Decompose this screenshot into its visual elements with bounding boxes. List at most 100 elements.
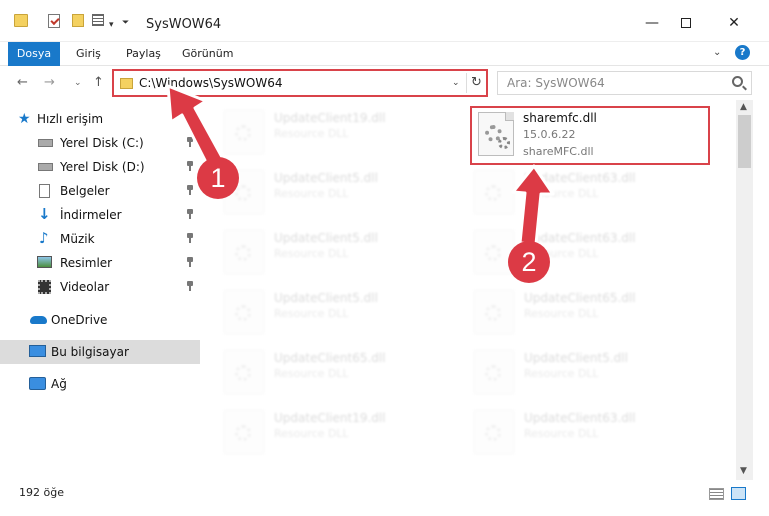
- details-view-icon[interactable]: [709, 488, 724, 500]
- pin-icon[interactable]: [186, 185, 194, 195]
- sidebar-item-quick-access[interactable]: ★ Hızlı erişim: [0, 107, 200, 131]
- computer-icon: [29, 345, 46, 357]
- gear-icon: [498, 137, 510, 149]
- file-item[interactable]: UpdateClient5.dll Resource DLL: [200, 220, 440, 278]
- up-arrow-icon[interactable]: ↑: [93, 75, 104, 90]
- dll-file-icon: [224, 230, 264, 274]
- recent-locations-icon[interactable]: ⌄: [74, 78, 82, 88]
- pin-icon[interactable]: [186, 209, 194, 219]
- file-item[interactable]: UpdateClient63.dll Resource DLL: [450, 220, 690, 278]
- address-row: ← → ⌄ ↑ C:\Windows\SysWOW64 ⌄ ↻ Ara: Sys…: [0, 66, 769, 100]
- sidebar-item-this-pc[interactable]: Bu bilgisayar: [0, 340, 200, 364]
- step-2-badge: 2: [508, 241, 550, 283]
- address-path[interactable]: C:\Windows\SysWOW64: [139, 76, 283, 90]
- sidebar-item-music[interactable]: ♪ Müzik: [0, 227, 200, 251]
- star-icon: ★: [18, 111, 31, 127]
- gear-icon: [485, 305, 501, 321]
- gear-icon: [235, 305, 251, 321]
- gear-icon: [235, 245, 251, 261]
- file-item[interactable]: UpdateClient65.dll Resource DLL: [200, 340, 440, 398]
- file-type: Resource DLL: [274, 427, 349, 440]
- search-box[interactable]: Ara: SysWOW64: [497, 71, 752, 95]
- item-count: 192 öğe: [19, 486, 64, 499]
- new-folder-icon[interactable]: [72, 14, 84, 27]
- pin-icon[interactable]: [186, 137, 194, 147]
- scroll-thumb[interactable]: [738, 115, 751, 168]
- close-button[interactable]: ✕: [711, 10, 757, 36]
- file-name: UpdateClient65.dll: [524, 291, 636, 305]
- title-bar: ▾ ⏷ SysWOW64 — ✕: [0, 0, 769, 42]
- pin-icon[interactable]: [186, 281, 194, 291]
- file-name: UpdateClient65.dll: [274, 351, 386, 365]
- refresh-icon[interactable]: ↻: [466, 73, 486, 93]
- page-fold-icon: [505, 112, 514, 121]
- tiles-view-icon[interactable]: [731, 487, 746, 500]
- customize-toolbar-icon[interactable]: ⏷: [122, 18, 129, 34]
- status-bar: 192 öğe: [0, 480, 769, 516]
- window-title: SysWOW64: [146, 17, 222, 32]
- dll-file-icon: [224, 290, 264, 334]
- step-1-badge: 1: [197, 157, 239, 199]
- sidebar-item-pictures[interactable]: Resimler: [0, 251, 200, 275]
- sidebar-item-label: Yerel Disk (C:): [60, 136, 144, 150]
- pin-icon[interactable]: [186, 161, 194, 171]
- sidebar-item-network[interactable]: Ağ: [0, 372, 200, 396]
- sidebar-item-disk-c[interactable]: Yerel Disk (C:): [0, 131, 200, 155]
- file-name: UpdateClient5.dll: [274, 171, 378, 185]
- file-name: UpdateClient5.dll: [274, 231, 378, 245]
- file-name: UpdateClient63.dll: [524, 231, 636, 245]
- file-type: Resource DLL: [274, 187, 349, 200]
- sidebar-item-onedrive[interactable]: OneDrive: [0, 308, 200, 332]
- gear-icon: [485, 425, 501, 441]
- help-button[interactable]: ?: [735, 45, 750, 60]
- tab-giris[interactable]: Giriş: [66, 42, 111, 66]
- gear-icon: [485, 245, 501, 261]
- search-icon[interactable]: [732, 76, 743, 87]
- properties-check-icon[interactable]: [48, 14, 60, 28]
- pictures-icon: [37, 256, 52, 268]
- chevron-down-icon[interactable]: ⌄: [452, 78, 460, 88]
- file-type: Resource DLL: [524, 367, 599, 380]
- sidebar-item-label: Yerel Disk (D:): [60, 160, 145, 174]
- gear-icon: [235, 365, 251, 381]
- maximize-button[interactable]: [663, 10, 709, 36]
- file-item[interactable]: UpdateClient19.dll Resource DLL: [200, 100, 440, 158]
- file-name: UpdateClient63.dll: [524, 171, 636, 185]
- sidebar-item-disk-d[interactable]: Yerel Disk (D:): [0, 155, 200, 179]
- sidebar-item-label: Belgeler: [60, 184, 110, 198]
- scroll-down-icon[interactable]: ▼: [740, 466, 747, 476]
- vertical-scrollbar[interactable]: ▲ ▼: [736, 100, 753, 480]
- tab-gorunum[interactable]: Görünüm: [172, 42, 243, 66]
- dll-file-icon: [478, 112, 514, 156]
- document-icon: [39, 184, 50, 198]
- pin-icon[interactable]: [186, 233, 194, 243]
- pin-icon[interactable]: [186, 257, 194, 267]
- scroll-up-icon[interactable]: ▲: [740, 102, 747, 112]
- file-item[interactable]: UpdateClient5.dll Resource DLL: [200, 280, 440, 338]
- folder-icon: [120, 78, 133, 89]
- maximize-icon: [681, 18, 691, 28]
- file-item[interactable]: UpdateClient65.dll Resource DLL: [450, 280, 690, 338]
- navigation-pane: ★ Hızlı erişim Yerel Disk (C:) Yerel Dis…: [0, 100, 200, 480]
- quick-access-menu-icon[interactable]: [92, 14, 104, 26]
- address-bar[interactable]: C:\Windows\SysWOW64 ⌄ ↻: [112, 69, 488, 97]
- sidebar-item-documents[interactable]: Belgeler: [0, 179, 200, 203]
- tab-paylas[interactable]: Paylaş: [116, 42, 171, 66]
- forward-arrow-icon[interactable]: →: [44, 75, 55, 90]
- sidebar-item-videos[interactable]: Videolar: [0, 275, 200, 299]
- sidebar-item-label: OneDrive: [51, 313, 108, 327]
- highlighted-file-item[interactable]: sharemfc.dll 15.0.6.22 shareMFC.dll: [470, 106, 710, 165]
- back-arrow-icon[interactable]: ←: [17, 75, 28, 90]
- file-item[interactable]: UpdateClient19.dll Resource DLL: [200, 400, 440, 458]
- search-input[interactable]: Ara: SysWOW64: [507, 76, 605, 90]
- file-item[interactable]: UpdateClient63.dll Resource DLL: [450, 160, 690, 218]
- file-item[interactable]: UpdateClient5.dll Resource DLL: [450, 340, 690, 398]
- sidebar-item-label: Müzik: [60, 232, 95, 246]
- chevron-down-icon[interactable]: ▾: [109, 20, 114, 36]
- expand-ribbon-icon[interactable]: ⌄: [713, 47, 721, 58]
- file-item[interactable]: UpdateClient63.dll Resource DLL: [450, 400, 690, 458]
- file-type: Resource DLL: [274, 247, 349, 260]
- folder-icon: [14, 14, 28, 27]
- gear-icon: [485, 365, 501, 381]
- sidebar-item-downloads[interactable]: ↓ İndirmeler: [0, 203, 200, 227]
